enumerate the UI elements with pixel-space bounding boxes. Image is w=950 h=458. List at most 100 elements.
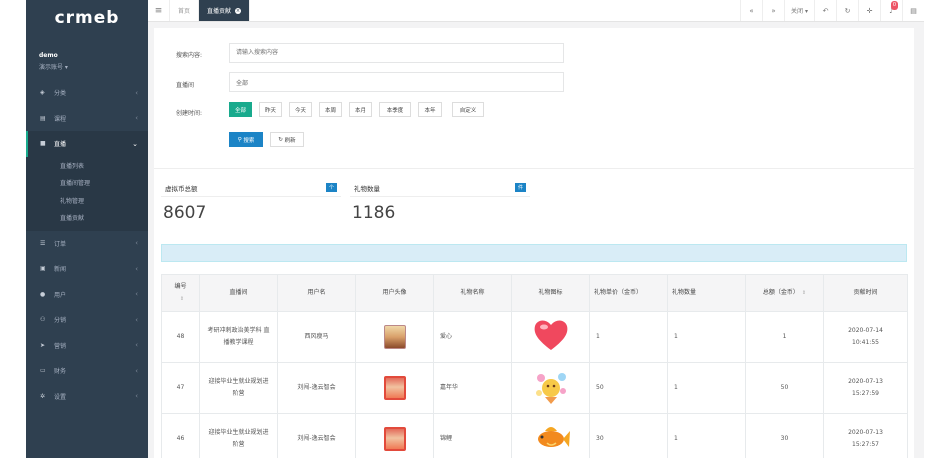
search-button[interactable]: ⚲ 搜索 [229, 132, 263, 147]
sidebar-item-news[interactable]: ▣ 新闻 ‹ [26, 256, 148, 282]
sidebar-item-marketing[interactable]: ➤ 营销 ‹ [26, 333, 148, 359]
search-input[interactable] [229, 43, 564, 63]
submenu-live-list[interactable]: 直播列表 [26, 157, 148, 175]
search-label: 搜索内容: [176, 52, 203, 59]
cell-gift-icon [511, 311, 590, 363]
info-bar [161, 244, 907, 262]
time-option-today[interactable]: 今天 [289, 102, 312, 117]
content-panel: 搜索内容: 直播间 全部 创建时间: 全部 昨天 今天 本周 本月 本季度 本年… [154, 28, 914, 458]
bell-icon[interactable]: ♪ 0 [880, 0, 902, 21]
submenu-gift[interactable]: 礼物管理 [26, 192, 148, 210]
chevron-left-icon: ‹ [135, 114, 138, 123]
sidebar-item-label: 课程 [54, 115, 67, 123]
submenu-contribution[interactable]: 直播贡献 [26, 209, 148, 227]
user-profile[interactable]: demo 演示账号 ▾ [26, 36, 148, 80]
time-option-yesterday[interactable]: 昨天 [259, 102, 282, 117]
cell-user: 刘闯-逸云智会 [277, 413, 356, 458]
stat-card-coins: 虚拟币总额 个 8607 [161, 176, 341, 238]
col-avatar: 用户头像 [355, 274, 434, 312]
chevron-left-icon: ‹ [135, 239, 138, 248]
chevron-left-icon: ‹ [135, 264, 138, 273]
time-option-all[interactable]: 全部 [229, 102, 252, 117]
refresh-icon[interactable]: ↻ [836, 0, 858, 21]
cell-id: 47 [161, 362, 200, 414]
cell-id: 46 [161, 413, 200, 458]
time-option-year[interactable]: 本年 [418, 102, 442, 117]
sidebar-item-label: 新闻 [54, 266, 67, 274]
refresh-button[interactable]: ↻ 刷新 [270, 132, 304, 147]
time-label: 创建时间: [176, 110, 203, 117]
avatar[interactable] [383, 427, 406, 451]
menu-toggle-icon[interactable]: ≡ [148, 0, 170, 21]
time-option-custom[interactable]: 自定义 [452, 102, 484, 117]
refresh-button-label: 刷新 [284, 137, 296, 144]
fullscreen-icon[interactable]: ✛ [858, 0, 880, 21]
scrollbar[interactable] [924, 22, 950, 458]
money-icon: ▭ [40, 367, 46, 375]
sidebar-item-label: 设置 [54, 393, 67, 401]
col-gift-name: 礼物名称 [433, 274, 512, 312]
close-dropdown[interactable]: 关闭 ▾ [784, 0, 814, 21]
sidebar-item-distribution[interactable]: ⚇ 分销 ‹ [26, 307, 148, 333]
users-icon: ⚇ [40, 316, 46, 324]
room-select[interactable]: 全部 [229, 72, 564, 92]
sidebar-item-live[interactable]: ■ 直播 ⌄ [26, 131, 148, 157]
main-content: 搜索内容: 直播间 全部 创建时间: 全部 昨天 今天 本周 本月 本季度 本年… [148, 22, 924, 458]
live-submenu: 直播列表 直播间管理 礼物管理 直播贡献 [26, 156, 148, 231]
avatar[interactable] [383, 325, 406, 349]
time-option-week[interactable]: 本周 [319, 102, 342, 117]
cell-qty: 1 [667, 311, 746, 363]
divider [154, 168, 914, 169]
list-icon: ☰ [40, 239, 46, 247]
heart-gift-icon [534, 320, 567, 350]
col-id[interactable]: 编号 ⇕ [161, 274, 200, 312]
tab-contribution[interactable]: 直播贡献 × [199, 0, 251, 21]
sort-icon[interactable]: ⇕ [802, 290, 806, 296]
tab-home[interactable]: 首页 [170, 0, 200, 21]
cell-gift-icon [511, 362, 590, 414]
scroll-right-icon[interactable]: » [762, 0, 784, 21]
cell-qty: 1 [667, 413, 746, 458]
sidebar-item-user[interactable]: ● 用户 ‹ [26, 282, 148, 308]
topbar: ≡ 首页 直播贡献 × « » 关闭 ▾ ↶ ↻ ✛ ♪ 0 ▤ [148, 0, 924, 22]
stat-title: 礼物数量 [354, 185, 380, 193]
cell-time: 2020-07-13 15:27:57 [823, 413, 908, 458]
sidebar-item-label: 直播 [54, 141, 67, 149]
sidebar-item-course[interactable]: ▤ 课程 ‹ [26, 106, 148, 132]
sort-icon[interactable]: ⇕ [180, 296, 184, 302]
stat-tag: 个 [325, 183, 337, 192]
cell-clock: 10:41:55 [852, 339, 879, 346]
submenu-live-room[interactable]: 直播间管理 [26, 174, 148, 192]
col-qty: 礼物数量 [667, 274, 746, 312]
theme-icon[interactable]: ▤ [902, 0, 924, 21]
back-icon[interactable]: ↶ [814, 0, 836, 21]
cell-date: 2020-07-13 [848, 429, 883, 436]
time-option-month[interactable]: 本月 [349, 102, 372, 117]
cell-price: 30 [589, 413, 668, 458]
cell-clock: 15:27:59 [852, 390, 879, 397]
cell-time: 2020-07-13 15:27:59 [823, 362, 908, 414]
close-tab-icon[interactable]: × [235, 7, 242, 14]
cell-gift-name: 锦鲤 [433, 413, 512, 458]
avatar[interactable] [383, 376, 406, 400]
col-price: 礼物单价（金币） [589, 274, 668, 312]
koi-fish-gift-icon [537, 426, 570, 447]
topbar-actions: « » 关闭 ▾ ↶ ↻ ✛ ♪ 0 ▤ [740, 0, 924, 21]
sidebar-item-label: 分销 [54, 317, 67, 325]
scroll-left-icon[interactable]: « [740, 0, 762, 21]
chevron-left-icon: ‹ [135, 290, 138, 299]
cell-price: 1 [589, 311, 668, 363]
sidebar-item-label: 财务 [54, 368, 67, 376]
cell-room: 考研冲刺政治美学科 直播教学课程 [199, 311, 278, 363]
sidebar-item-order[interactable]: ☰ 订单 ‹ [26, 231, 148, 257]
col-total[interactable]: 总额（金币） ⇕ [745, 274, 824, 312]
sidebar-item-settings[interactable]: ✲ 设置 ‹ [26, 384, 148, 410]
user-role-dropdown[interactable]: 演示账号 ▾ [39, 62, 148, 71]
cell-date: 2020-07-13 [848, 378, 883, 385]
sidebar-item-category[interactable]: ◈ 分类 ‹ [26, 80, 148, 106]
sidebar-item-finance[interactable]: ▭ 财务 ‹ [26, 358, 148, 384]
notification-badge: 0 [891, 1, 898, 10]
stat-value: 1186 [352, 203, 396, 223]
cell-avatar [355, 362, 434, 414]
time-option-quarter[interactable]: 本季度 [379, 102, 411, 117]
